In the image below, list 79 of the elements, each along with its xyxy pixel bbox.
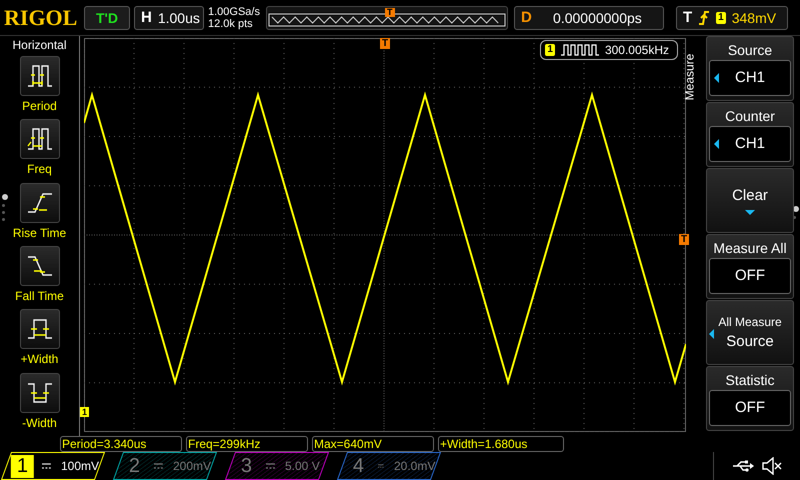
rising-edge-icon: [698, 10, 710, 26]
trigger-level-marker: T: [679, 234, 690, 245]
softkey-value: Source: [726, 333, 774, 350]
channel-scale: 100mV: [60, 459, 99, 473]
trigger-position-marker: T: [385, 8, 394, 16]
measure-pwidth-button[interactable]: [20, 309, 60, 350]
softkey-select[interactable]: Counter CH1: [706, 102, 794, 167]
softkey-value[interactable]: Statistic OFF: [706, 366, 794, 431]
channel-scale: 200mV: [172, 459, 211, 473]
menu-title: Measure: [682, 54, 696, 100]
dc-coupling-icon: [266, 463, 276, 469]
delay-panel[interactable]: D 0.00000000ps: [514, 6, 664, 30]
channel-tab[interactable]: 4 20.0mV: [336, 452, 442, 480]
measurement-readout: Period=3.340us: [60, 436, 182, 452]
measure-label: Fall Time: [15, 288, 64, 303]
softkey-label: Counter: [725, 108, 775, 124]
softkey-value: OFF: [735, 399, 765, 416]
left-arrow-icon: [714, 72, 719, 82]
measure-label: +Width: [20, 352, 58, 366]
timebase-panel[interactable]: H 1.00us: [134, 6, 204, 30]
softkey-label: Measure All: [713, 240, 787, 256]
channel-marker: 1: [80, 407, 90, 417]
left-arrow-icon: [714, 138, 719, 148]
softkey-label: Statistic: [725, 372, 774, 388]
delay-value: 0.00000000ps: [552, 10, 643, 26]
dc-coupling-icon: [154, 463, 163, 469]
menu-title: Horizontal: [12, 38, 67, 52]
channel-tab[interactable]: 3 5.00 V: [224, 452, 330, 480]
trigger-position-marker: T: [380, 38, 390, 49]
channel-scale: 20.0mV: [394, 459, 435, 473]
trigger-label: T: [683, 9, 692, 26]
trigger-source-badge: 1: [716, 12, 726, 24]
channel-number: 1: [11, 454, 34, 478]
softkey-value: CH1: [734, 69, 765, 86]
softkey-value[interactable]: Measure All OFF: [706, 234, 794, 299]
measure-label: -Width: [22, 416, 57, 430]
usb-icon: [732, 460, 754, 472]
softkey-submenu[interactable]: All Measure Source: [706, 300, 794, 365]
measure-label: Period: [22, 99, 57, 113]
measure-rise-button[interactable]: [20, 182, 60, 223]
pulse-train-icon: [560, 44, 599, 56]
down-arrow-icon: [745, 210, 755, 214]
softkey-label: Source: [728, 42, 772, 58]
measure-freq-button[interactable]: [20, 119, 60, 160]
measurement-readout: +Width=1.680us: [438, 436, 564, 452]
memory-depth: 12.0k pts: [208, 18, 254, 30]
trigger-panel[interactable]: T 1 348mV: [676, 6, 788, 30]
run-status: T'D: [84, 6, 130, 30]
counter-channel-badge: 1: [545, 44, 555, 56]
measure-label: Freq: [27, 162, 52, 176]
channel-tab[interactable]: 1 100mV: [0, 452, 106, 480]
measure-period-button[interactable]: [20, 56, 60, 96]
dc-coupling-icon: [42, 463, 51, 469]
dc-coupling-icon: [378, 463, 384, 469]
softkey-action[interactable]: Clear: [706, 168, 794, 233]
channel-number: 4: [352, 454, 366, 478]
channel-scale: 5.00 V: [285, 459, 320, 473]
measurement-readout: Max=640mV: [312, 436, 434, 452]
softkey-label: All Measure: [718, 315, 782, 329]
channel-number: 2: [128, 454, 142, 478]
left-arrow-icon: [709, 329, 714, 339]
channel-tab[interactable]: 2 200mV: [112, 452, 218, 480]
delay-label: D: [521, 9, 532, 26]
trigger-level: 348mV: [732, 10, 776, 26]
softkey-value: OFF: [735, 267, 765, 284]
measurement-readout: Freq=299kHz: [186, 436, 308, 452]
timebase-value: 1.00us: [158, 10, 200, 26]
sample-rate: 1.00GSa/s: [208, 6, 261, 18]
brand-logo: RIGOL: [4, 4, 78, 30]
channel-number: 3: [240, 454, 254, 478]
measure-nwidth-button[interactable]: [20, 372, 60, 413]
softkey-label: Clear: [732, 186, 768, 204]
horizontal-label: H: [141, 9, 152, 26]
measure-fall-button[interactable]: [20, 246, 60, 286]
softkey-select[interactable]: Source CH1: [706, 36, 794, 101]
counter-frequency: 300.005kHz: [604, 43, 669, 57]
softkey-value: CH1: [734, 135, 765, 152]
measure-label: Rise Time: [12, 226, 66, 240]
speaker-muted-icon: [762, 457, 782, 475]
